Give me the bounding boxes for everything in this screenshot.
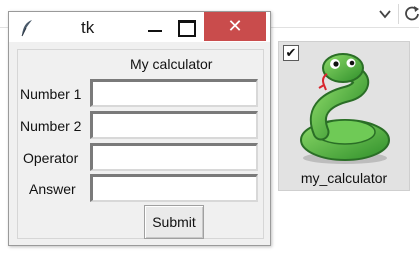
submit-button[interactable]: Submit <box>144 205 204 239</box>
number2-label: Number 2 <box>20 118 82 134</box>
minimize-button[interactable] <box>142 14 168 40</box>
close-icon: ✕ <box>227 16 243 36</box>
feather-icon <box>21 20 32 37</box>
answer-label: Answer <box>29 181 76 197</box>
close-button[interactable]: ✕ <box>204 12 266 41</box>
answer-input[interactable] <box>90 174 258 202</box>
number2-input[interactable] <box>90 111 258 139</box>
taskbar-item-label: my_calculator <box>300 170 388 186</box>
form-header: My calculator <box>130 56 213 72</box>
window-titlebar[interactable]: tk ✕ <box>9 12 270 42</box>
number1-input[interactable] <box>90 79 258 107</box>
refresh-icon[interactable] <box>404 4 419 22</box>
operator-input[interactable] <box>90 143 258 171</box>
toolbar-divider <box>398 4 399 24</box>
number1-label: Number 1 <box>20 86 82 102</box>
python-snake-icon <box>300 53 390 164</box>
window-title: tk <box>81 18 95 37</box>
chevron-down-icon[interactable] <box>378 7 392 21</box>
operator-label: Operator <box>23 150 79 166</box>
maximize-button[interactable] <box>172 14 198 40</box>
